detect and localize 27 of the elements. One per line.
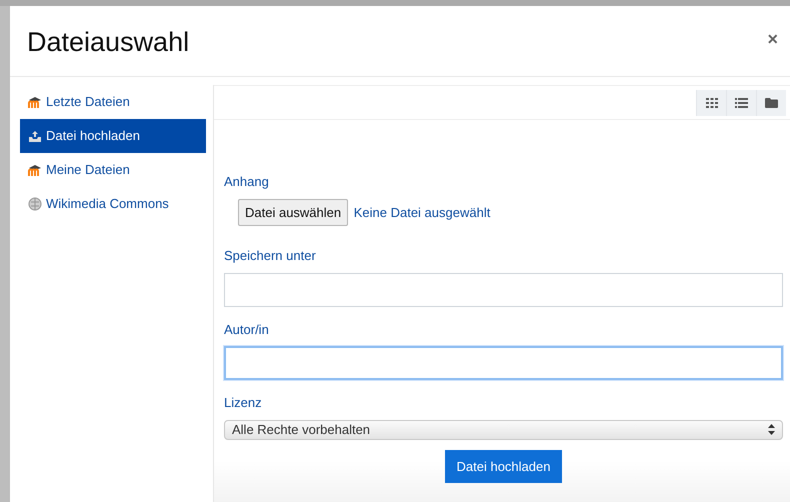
file-status: Keine Datei ausgewählt <box>352 204 490 220</box>
dialog-title: Dateiauswahl <box>27 26 190 58</box>
upload-tray-icon <box>28 130 42 142</box>
choose-file-button[interactable]: Datei auswählen <box>238 198 348 226</box>
sidebar-item[interactable]: Datei hochladen <box>20 119 206 153</box>
sidebar-item[interactable]: Wikimedia Commons <box>20 187 206 221</box>
close-button[interactable]: × <box>763 26 782 53</box>
folder-icon <box>765 98 778 108</box>
field-label: Speichern unter <box>224 247 316 265</box>
field-label: Autor/in <box>224 320 269 338</box>
moodle-logo-icon <box>28 164 42 176</box>
grid-view-icon <box>706 98 718 108</box>
input-field[interactable] <box>224 272 783 306</box>
field-label: Lizenz <box>224 394 262 412</box>
list-view-button[interactable] <box>726 90 756 116</box>
select-arrows-icon <box>768 424 775 435</box>
upload-button[interactable]: Datei hochladen <box>444 450 562 483</box>
sidebar-item[interactable]: Meine Dateien <box>20 153 206 187</box>
input-field[interactable] <box>224 346 783 380</box>
grid-view-button[interactable] <box>696 90 726 116</box>
globe-icon <box>28 197 42 211</box>
field-label: Anhang <box>224 173 269 191</box>
sidebar-item[interactable]: Letzte Dateien <box>20 85 206 119</box>
license-select[interactable]: Alle Rechte vorbehalten <box>224 420 783 440</box>
list-view-icon <box>735 98 748 108</box>
folder-button[interactable] <box>756 90 786 116</box>
moodle-logo-icon <box>28 96 42 108</box>
